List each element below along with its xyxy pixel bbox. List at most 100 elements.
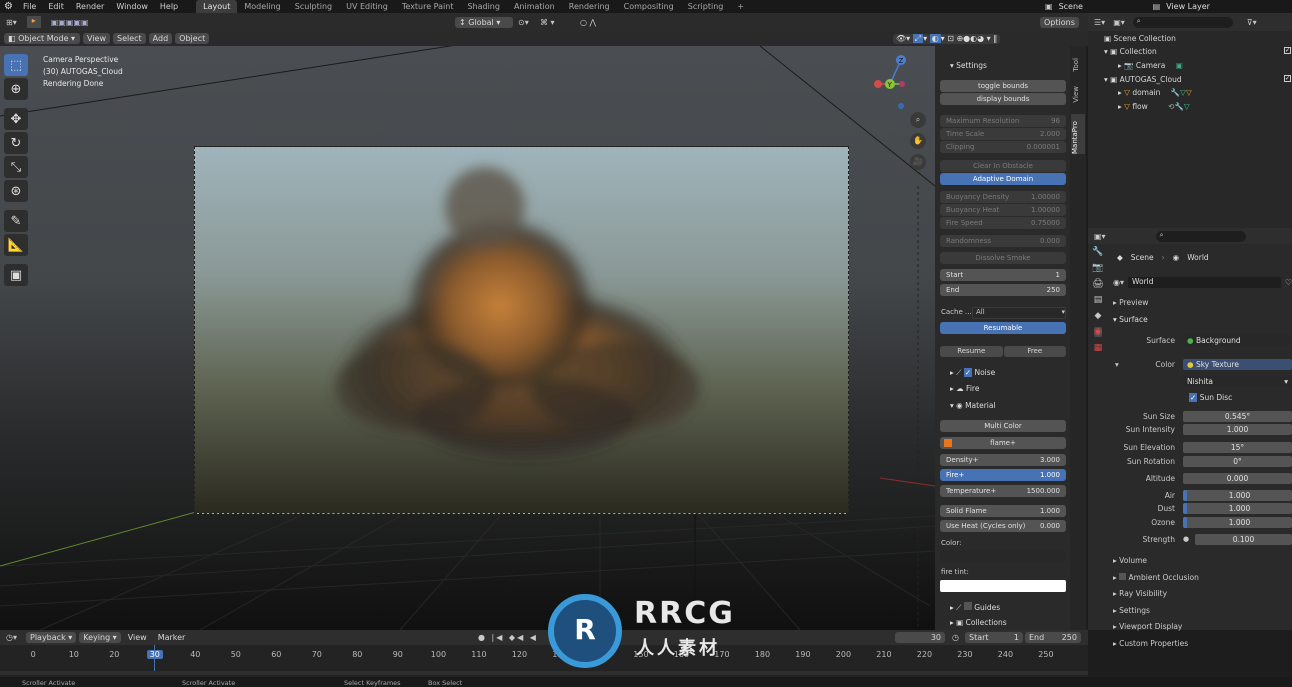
toggle-bounds-button[interactable]: toggle bounds [940,80,1066,92]
cursor-icon[interactable]: ⊕ [4,78,28,100]
volume-section[interactable]: ▸ Volume [1113,555,1199,567]
cache-type-dropdown[interactable]: All ▾ [972,307,1066,319]
transform-orientation[interactable]: ↕ Global ▾ [455,16,513,28]
multi-color-button[interactable]: Multi Color [940,420,1066,432]
sun-size-field[interactable]: 0.545° [1183,410,1292,422]
free-button[interactable]: Free [1003,346,1066,357]
select-mode-icons[interactable]: ▣▣▣▣▣ [51,18,89,27]
color-texture-field[interactable]: ● Sky Texture [1183,358,1292,370]
annotate-icon[interactable]: ✎ [4,210,28,232]
adaptive-domain-toggle[interactable]: Adaptive Domain [940,173,1066,185]
playback-controls[interactable]: ● |◀ ◆◀ ◀ [478,633,538,642]
fire-speed-field[interactable]: Fire Speed 0.75000 [940,217,1066,229]
select-box-icon[interactable]: ⬚ [4,54,28,76]
snap-icon[interactable]: ⌘ ▾ [540,18,555,27]
outliner-item-camera[interactable]: ▸ 📷 Camera ▣ [1118,61,1183,70]
display-mode-icon[interactable]: ▣▾ [1113,18,1125,27]
add-workspace-icon[interactable]: + [730,0,751,13]
render-tab-icon[interactable]: 📷 [1092,263,1103,273]
tab-scripting[interactable]: Scripting [681,0,731,13]
custom-properties-section[interactable]: ▸ Custom Properties [1113,638,1199,650]
tab-shading[interactable]: Shading [460,0,507,13]
marker-menu[interactable]: Marker [154,632,190,643]
output-tab-icon[interactable]: 🖨 [1092,279,1103,289]
filter-icon[interactable]: ⊽▾ [1247,18,1257,27]
proportional-icon[interactable]: ○ ⋀ [580,18,596,27]
collections-subpanel[interactable]: ▸ ▣ Collections [950,618,1007,627]
buoyancy-density-field[interactable]: Buoyancy Density 1.00000 [940,191,1066,203]
menu-edit[interactable]: Edit [42,2,70,11]
fire-tint-swatch[interactable] [940,580,1066,592]
end-frame-field[interactable]: End 250 [940,284,1066,296]
options-button[interactable]: Options [1040,16,1079,28]
move-icon[interactable]: ✥ [4,108,28,130]
start-frame-field[interactable]: Start 1 [940,269,1066,281]
keying-menu[interactable]: Keying ▾ [79,632,121,643]
menu-select[interactable]: Select [112,33,146,44]
outliner-search-input[interactable]: ⌕ [1132,16,1233,28]
display-bounds-button[interactable]: display bounds [940,93,1066,105]
ray-visibility-section[interactable]: ▸ Ray Visibility [1113,588,1199,600]
ozone-field[interactable]: 1.000 [1183,516,1292,528]
outliner-item-flow[interactable]: ▸ ▽ flow ⟲🔧▽ [1118,102,1190,111]
editor-type-icon[interactable]: ⊞▾ [6,18,17,27]
tab-uv-editing[interactable]: UV Editing [339,0,395,13]
settings-section[interactable]: ▸ Settings [1113,605,1199,617]
material-subpanel[interactable]: ▾ ◉ Material [950,401,996,410]
dust-field[interactable]: 1.000 [1183,502,1292,514]
tab-layout[interactable]: Layout [196,0,238,13]
object-mode-dropdown[interactable]: ◧ Object Mode ▾ [4,33,80,44]
menu-object[interactable]: Object [175,33,210,44]
menu-window[interactable]: Window [110,2,154,11]
temperature-field[interactable]: Temperature+ 1500.000 [940,485,1066,497]
fire-subpanel[interactable]: ▸ ☁ Fire [950,384,979,393]
timeline-scrollbar[interactable] [0,671,1088,675]
tab-animation[interactable]: Animation [507,0,562,13]
ambient-occlusion-section[interactable]: ▸ Ambient Occlusion [1113,572,1199,584]
viewport-shading-icons[interactable]: 👁▾ ⤢ ▾ ◐ ▾ ⊡ ⊕●◐◕ ▾ ‖ [893,33,1001,44]
menu-view[interactable]: View [83,33,110,44]
preview-section[interactable]: ▸ Preview [1113,298,1148,307]
use-heat-field[interactable]: Use Heat (Cycles only) 0.000 [940,520,1066,532]
altitude-field[interactable]: 0.000 [1183,472,1292,484]
rotate-icon[interactable]: ↻ [4,132,28,154]
sun-rotation-field[interactable]: 0° [1183,455,1292,467]
clear-in-obstacle-toggle[interactable]: Clear In Obstacle [940,160,1066,172]
resume-button[interactable]: Resume [940,346,1003,357]
tool-tab-icon[interactable]: 🔧 [1092,247,1103,257]
world-name-field[interactable]: World [1128,276,1281,288]
max-resolution-field[interactable]: Maximum Resolution 96 [940,115,1066,127]
sun-intensity-field[interactable]: 1.000 [1183,423,1292,435]
select-tool-icon[interactable]: ▸ [26,16,41,28]
density-field[interactable]: Density+ 3.000 [940,454,1066,466]
surface-shader-field[interactable]: ● Background [1183,334,1292,346]
outliner-editor-icon[interactable]: ☰▾ [1094,18,1105,27]
tab-view[interactable]: View [1072,86,1080,103]
dissolve-smoke-toggle[interactable]: Dissolve Smoke [940,252,1066,264]
outliner-scene-collection[interactable]: ▣ Scene Collection [1104,34,1176,43]
strength-field[interactable]: 0.100 [1195,533,1292,545]
properties-search-input[interactable]: ⌕ [1155,230,1246,242]
3d-viewport[interactable]: Camera Perspective (30) AUTOGAS_Cloud Re… [0,46,935,630]
add-cube-icon[interactable]: ▣ [4,264,28,286]
menu-help[interactable]: Help [154,2,184,11]
current-frame-field[interactable]: 30 [895,632,945,643]
strength-socket-icon[interactable]: ● [1183,535,1195,543]
tab-sculpting[interactable]: Sculpting [288,0,339,13]
menu-render[interactable]: Render [70,2,110,11]
properties-editor-icon[interactable]: ▣▾ [1094,232,1106,241]
zoom-icon[interactable]: ⌕ [910,112,926,128]
tab-modeling[interactable]: Modeling [237,0,287,13]
menu-file[interactable]: File [17,2,42,11]
timeline-view-menu[interactable]: View [124,632,151,643]
menu-add[interactable]: Add [148,33,173,44]
outliner-item-autogas[interactable]: ▾ ▣ AUTOGAS_Cloud [1104,75,1182,84]
blender-logo-icon[interactable]: ⚙ [0,1,17,12]
start-frame-timeline[interactable]: Start 1 [965,632,1023,643]
time-scale-field[interactable]: Time Scale 2.000 [940,128,1066,140]
pivot-icon[interactable]: ⊙▾ [518,18,529,27]
preview-range-icon[interactable]: ◷ [952,633,959,642]
view-layer-tab-icon[interactable]: ▤ [1094,295,1103,305]
world-browse-icon[interactable]: ◉▾ [1113,278,1124,287]
tab-texture-paint[interactable]: Texture Paint [395,0,461,13]
